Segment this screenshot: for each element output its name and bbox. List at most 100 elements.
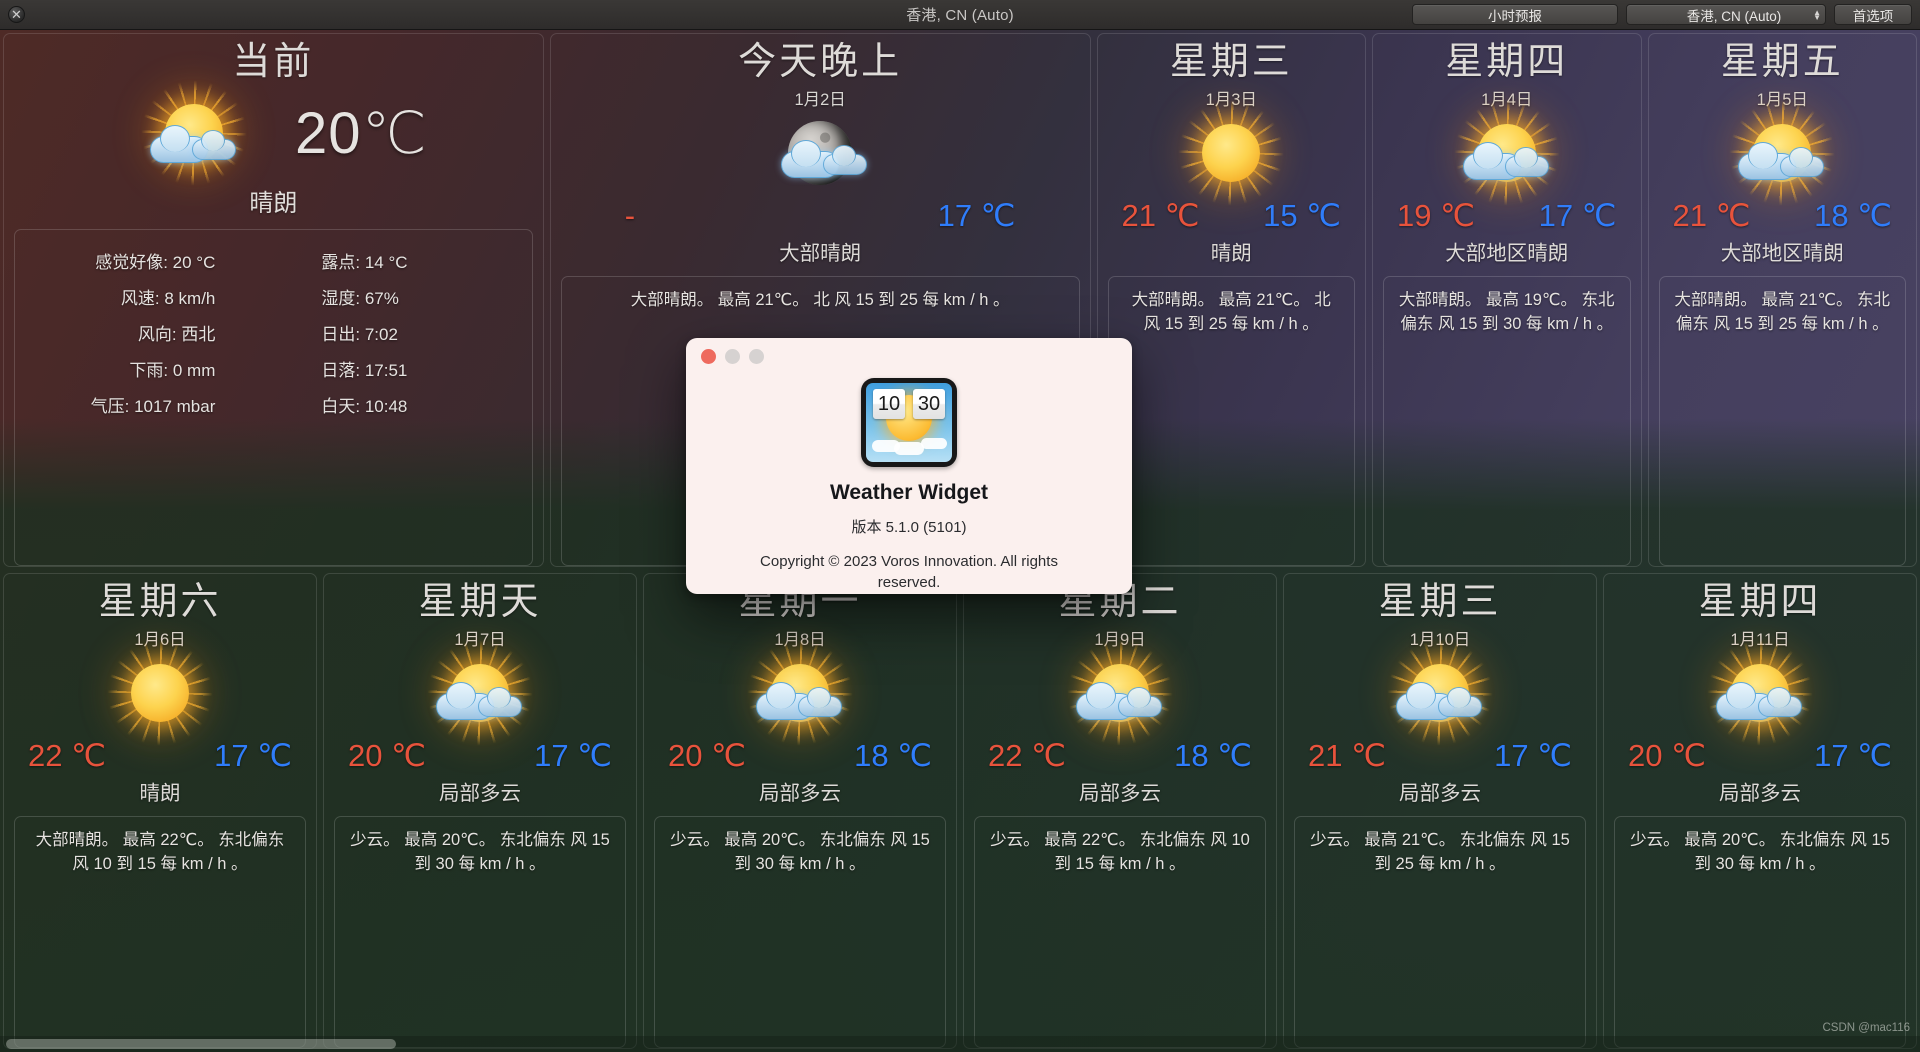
metric-wind-speed: 风速: 8 km/h [120, 288, 216, 308]
preferences-button[interactable]: 首选项 [1834, 4, 1912, 25]
forecast-row-bottom: 星期六 1月6日 22 ℃ 17 ℃ 晴朗 大部晴朗。 最高 22℃。 东北偏东… [0, 570, 1920, 1052]
scrollbar-thumb[interactable] [6, 1039, 396, 1049]
forecast-description: 大部晴朗。 最高 19℃。 东北偏东 风 15 到 30 每 km / h 。 [1383, 275, 1631, 566]
forecast-low-temp: 17 ℃ [937, 197, 1016, 233]
location-select-value: 香港, CN (Auto) [1686, 8, 1782, 24]
forecast-condition: 局部多云 [759, 781, 841, 805]
forecast-high-temp: 20 ℃ [668, 737, 746, 773]
close-icon[interactable]: ✕ [8, 6, 25, 23]
metric-sunset: 日落: 17:51 [321, 360, 408, 380]
forecast-grid: 当前 20℃ 晴朗 感觉好像: 20 °C 露点: 14 °C 风速: 8 km… [0, 30, 1920, 1052]
dialog-minimize-icon[interactable] [725, 348, 740, 364]
current-temperature: 20℃ [295, 100, 428, 166]
forecast-condition: 局部多云 [439, 781, 521, 805]
forecast-day-name: 星期三 [1378, 581, 1502, 623]
forecast-condition: 局部多云 [1719, 781, 1801, 805]
metric-feels-like: 感觉好像: 20 °C [95, 252, 216, 272]
forecast-high-temp: 22 ℃ [988, 737, 1066, 773]
forecast-date: 1月2日 [794, 90, 846, 109]
forecast-day-name: 星期三 [1169, 41, 1293, 83]
window-titlebar: ✕ 香港, CN (Auto) 小时预报 香港, CN (Auto) ▲ ▼ 首选… [0, 0, 1920, 30]
forecast-card[interactable]: 星期六 1月6日 22 ℃ 17 ℃ 晴朗 大部晴朗。 最高 22℃。 东北偏东… [3, 573, 317, 1049]
current-metrics: 感觉好像: 20 °C 露点: 14 °C 风速: 8 km/h 湿度: 67%… [14, 228, 533, 566]
sun-behind-cloud-icon [1685, 632, 1835, 753]
forecast-high-temp: 20 ℃ [348, 737, 426, 773]
sun-icon [85, 632, 235, 753]
forecast-high-temp: - [624, 197, 636, 233]
dialog-zoom-icon[interactable] [749, 348, 764, 364]
forecast-condition: 局部多云 [1079, 781, 1161, 805]
metric-daylight: 白天: 10:48 [321, 396, 408, 416]
forecast-high-temp: 20 ℃ [1628, 737, 1706, 773]
forecast-day-name: 星期六 [98, 581, 222, 623]
forecast-description: 大部晴朗。 最高 22℃。 东北偏东 风 10 到 15 每 km / h 。 [14, 815, 306, 1048]
forecast-day-name: 星期五 [1720, 41, 1844, 83]
moon-behind-cloud-icon [745, 110, 895, 196]
metric-rain: 下雨: 0 mm [129, 360, 216, 380]
forecast-high-temp: 22 ℃ [28, 737, 106, 773]
hourly-forecast-button[interactable]: 小时预报 [1412, 4, 1618, 25]
chevron-updown-icon: ▲ ▼ [1813, 7, 1821, 22]
sun-behind-cloud-icon [119, 72, 269, 193]
watermark: CSDN @mac116 [1822, 1022, 1910, 1034]
forecast-description: 少云。 最高 21℃。 东北偏东 风 15 到 25 每 km / h 。 [1294, 815, 1586, 1048]
forecast-card[interactable]: 星期三 1月3日 21 ℃ 15 ℃ 晴朗 大部晴朗。 最高 21℃。 北 风 … [1096, 33, 1366, 567]
forecast-description: 少云。 最高 20℃。 东北偏东 风 15 到 30 每 km / h 。 [1614, 815, 1906, 1048]
forecast-description: 大部晴朗。 最高 21℃。 东北偏东 风 15 到 25 每 km / h 。 [1658, 275, 1906, 566]
forecast-condition: 晴朗 [1210, 241, 1252, 265]
forecast-low-temp: 17 ℃ [214, 737, 292, 773]
forecast-card[interactable]: 星期三 1月10日 21 ℃ 17 ℃ 局部多云 少云。 最高 21℃。 东北偏… [1283, 573, 1597, 1049]
forecast-day-name: 星期四 [1445, 41, 1569, 83]
current-summary: 20℃ [119, 72, 428, 193]
forecast-card[interactable]: 星期四 1月11日 20 ℃ 17 ℃ 局部多云 少云。 最高 20℃。 东北偏… [1603, 573, 1917, 1049]
sun-behind-cloud-icon [1045, 632, 1195, 753]
metric-wind-dir: 风向: 西北 [137, 324, 216, 344]
metric-pressure: 气压: 1017 mbar [90, 396, 216, 416]
about-copyright: Copyright © 2023 Voros Innovation. All r… [760, 552, 1058, 592]
location-select[interactable]: 香港, CN (Auto) ▲ ▼ [1626, 4, 1826, 25]
forecast-condition: 大部晴朗 [779, 241, 862, 265]
sun-behind-cloud-icon [1707, 92, 1857, 213]
forecast-condition: 大部地区晴朗 [1720, 241, 1844, 265]
about-version: 版本 5.1.0 (5101) [851, 518, 967, 536]
current-condition: 晴朗 [249, 189, 298, 217]
forecast-description: 少云。 最高 22℃。 东北偏东 风 10 到 15 每 km / h 。 [974, 815, 1266, 1048]
about-app-name: Weather Widget [829, 480, 989, 504]
app-icon-hour: 10 [873, 389, 905, 420]
metric-humidity: 湿度: 67% [321, 288, 399, 308]
forecast-card[interactable]: 星期一 1月8日 20 ℃ 18 ℃ 局部多云 少云。 最高 20℃。 东北偏东… [643, 573, 957, 1049]
forecast-low-temp: 17 ℃ [534, 737, 612, 773]
forecast-day-name: 星期四 [1698, 581, 1822, 623]
forecast-low-temp: 17 ℃ [1814, 737, 1892, 773]
forecast-high-temp: 21 ℃ [1308, 737, 1386, 773]
forecast-day-name: 星期天 [418, 581, 542, 623]
forecast-low-temp: 18 ℃ [854, 737, 932, 773]
app-icon-minute: 30 [913, 389, 945, 420]
forecast-description: 大部晴朗。 最高 21℃。 北 风 15 到 25 每 km / h 。 [1107, 275, 1355, 566]
forecast-day-name: 今天晚上 [738, 41, 903, 83]
sun-behind-cloud-icon [1365, 632, 1515, 753]
sun-icon [1156, 92, 1306, 213]
about-dialog: 10 30 Weather Widget 版本 5.1.0 (5101) Cop… [686, 338, 1132, 594]
forecast-low-temp: 18 ℃ [1174, 737, 1252, 773]
sun-behind-cloud-icon [405, 632, 555, 753]
forecast-card[interactable]: 星期二 1月9日 22 ℃ 18 ℃ 局部多云 少云。 最高 22℃。 东北偏东… [963, 573, 1277, 1049]
about-dialog-titlebar [686, 338, 1132, 374]
sun-behind-cloud-icon [725, 632, 875, 753]
forecast-card[interactable]: 星期四 1月4日 19 ℃ 17 ℃ 大部地区晴朗 大部晴朗。 最高 19℃。 … [1372, 33, 1642, 567]
weather-widget-app-icon: 10 30 [861, 378, 957, 467]
forecast-low-temp: 17 ℃ [1494, 737, 1572, 773]
forecast-condition: 大部地区晴朗 [1445, 241, 1569, 265]
titlebar-controls: 小时预报 香港, CN (Auto) ▲ ▼ 首选项 [1412, 4, 1920, 25]
forecast-condition: 晴朗 [139, 781, 181, 805]
forecast-card[interactable]: 星期天 1月7日 20 ℃ 17 ℃ 局部多云 少云。 最高 20℃。 东北偏东… [323, 573, 637, 1049]
horizontal-scrollbar[interactable] [0, 1036, 1920, 1052]
forecast-description: 少云。 最高 20℃。 东北偏东 风 15 到 30 每 km / h 。 [654, 815, 946, 1048]
metric-dew-point: 露点: 14 °C [321, 252, 408, 272]
forecast-card[interactable]: 星期五 1月5日 21 ℃ 18 ℃ 大部地区晴朗 大部晴朗。 最高 21℃。 … [1647, 33, 1917, 567]
metric-sunrise: 日出: 7:02 [321, 324, 398, 344]
forecast-condition: 局部多云 [1399, 781, 1481, 805]
current-conditions-card[interactable]: 当前 20℃ 晴朗 感觉好像: 20 °C 露点: 14 °C 风速: 8 km… [3, 33, 544, 567]
dialog-close-icon[interactable] [701, 348, 716, 364]
forecast-description: 少云。 最高 20℃。 东北偏东 风 15 到 30 每 km / h 。 [334, 815, 626, 1048]
